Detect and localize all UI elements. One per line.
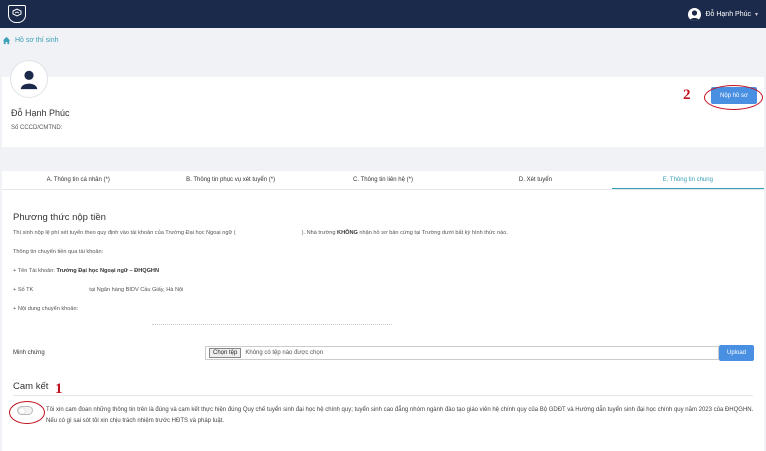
upload-button[interactable]: Upload [719, 345, 754, 361]
general-info-panel: Phương thức nộp tiền Thí sinh nộp lệ phí… [2, 190, 764, 451]
no-file-text: Không có tệp nào được chọn [245, 350, 324, 356]
transfer-heading: Thông tin chuyển tiền qua tài khoản: [13, 249, 104, 255]
user-silhouette-icon [20, 70, 38, 90]
commitment-title: Cam kết [13, 381, 49, 392]
profile-name: Đỗ Hạnh Phúc [11, 108, 70, 118]
choose-file-button[interactable]: Chọn tệp [209, 348, 242, 358]
user-avatar [688, 7, 702, 21]
top-navbar: Đỗ Hạnh Phúc ▾ [0, 0, 766, 28]
user-menu[interactable]: Đỗ Hạnh Phúc ▾ [688, 7, 758, 21]
annotation-number-1: 1 [55, 381, 63, 397]
submit-application-button[interactable]: Nộp hồ sơ [711, 87, 757, 104]
chevron-down-icon: ▾ [754, 11, 758, 18]
profile-card: Đỗ Hạnh Phúc Số CCCD/CMTND: Nộp hồ sơ [2, 51, 764, 147]
transfer-content-line: + Nội dung chuyển khoản: [13, 306, 79, 312]
commitment-text: Tôi xin cam đoan những thông tin trên là… [46, 407, 754, 424]
payment-intro: Thí sinh nộp lệ phí xét tuyển theo quy đ… [13, 230, 508, 236]
tab-personal-info[interactable]: A. Thông tin cá nhân (*) [2, 171, 154, 189]
tab-general-info[interactable]: E. Thông tin chung [611, 171, 765, 189]
home-icon [2, 36, 11, 45]
annotation-number-2: 2 [683, 87, 691, 103]
commitment-toggle[interactable] [17, 406, 33, 415]
tab-contact-info[interactable]: C. Thông tin liên hệ (*) [307, 171, 459, 189]
profile-banner [2, 51, 764, 77]
tab-admission-info[interactable]: B. Thông tin phục vụ xét tuyển (*) [154, 171, 306, 189]
account-number-line: + Số TK tại Ngân hàng BIDV Cầu Giấy, Hà N… [13, 287, 184, 293]
file-input[interactable]: Chọn tệp Không có tệp nào được chọn [205, 346, 719, 360]
proof-label: Minh chứng [13, 350, 45, 356]
university-crest-icon[interactable] [8, 5, 26, 23]
account-name-line: + Tên Tài khoản: Trường Đại học Ngoại ng… [13, 268, 160, 274]
profile-avatar [10, 60, 48, 98]
faded-hint-line [152, 324, 392, 325]
id-number-label: Số CCCD/CMTND: [11, 125, 63, 131]
breadcrumb[interactable]: Hồ sơ thí sinh [2, 36, 59, 45]
tab-admission[interactable]: D. Xét tuyển [459, 171, 611, 189]
divider [13, 395, 753, 396]
user-name: Đỗ Hạnh Phúc [705, 10, 751, 18]
form-tabs: A. Thông tin cá nhân (*) B. Thông tin ph… [2, 171, 765, 190]
payment-method-title: Phương thức nộp tiền [13, 212, 106, 223]
breadcrumb-label[interactable]: Hồ sơ thí sinh [15, 37, 59, 44]
